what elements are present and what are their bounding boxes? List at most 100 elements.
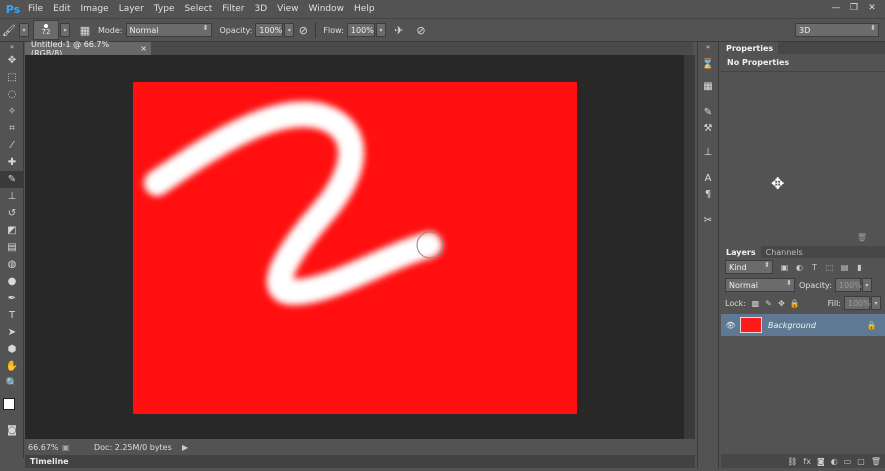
dodge-tool-icon[interactable]: ● <box>0 273 24 290</box>
opacity-input[interactable]: 100% <box>255 23 284 37</box>
blur-tool-icon[interactable]: ◍ <box>0 256 24 273</box>
workspace-select[interactable]: 3D <box>795 23 879 37</box>
filter-pixel-icon[interactable]: ▣ <box>779 262 790 273</box>
timeline-panel-tab[interactable]: Timeline <box>25 455 695 468</box>
flow-input[interactable]: 100% <box>346 23 375 37</box>
adjustment-layer-icon[interactable]: ◐ <box>831 457 838 466</box>
quick-mask-icon[interactable]: ◙ <box>0 422 24 439</box>
menu-edit[interactable]: Edit <box>48 4 75 14</box>
eraser-tool-icon[interactable]: ◩ <box>0 222 24 239</box>
layer-row-background[interactable]: 👁 Background 🔒 <box>721 314 885 336</box>
menu-3d[interactable]: 3D <box>250 4 273 14</box>
document-tab[interactable]: Untitled-1 @ 66.7% (RGB/8) × <box>25 40 151 58</box>
brush-panel-icon[interactable]: ▦ <box>76 21 94 39</box>
menu-type[interactable]: Type <box>149 4 180 14</box>
filter-type-icon[interactable]: T <box>809 262 820 273</box>
new-layer-icon[interactable]: ▢ <box>857 457 865 466</box>
link-layers-icon[interactable]: ⛓ <box>787 457 797 466</box>
type-tool-icon[interactable]: T <box>0 307 24 324</box>
clone-source-icon[interactable]: ⊥ <box>698 144 718 160</box>
opacity-slider-toggle[interactable]: ▾ <box>284 23 295 37</box>
character-panel-icon[interactable]: A <box>698 170 718 186</box>
filter-smart-object-icon[interactable]: ▤ <box>839 262 850 273</box>
menu-view[interactable]: View <box>272 4 303 14</box>
layer-opacity-arrow[interactable]: ▾ <box>861 278 872 292</box>
document-tab-close-icon[interactable]: × <box>140 44 147 53</box>
lock-transparent-icon[interactable]: ▩ <box>750 298 761 309</box>
shape-tool-icon[interactable]: ⬢ <box>0 341 24 358</box>
clone-stamp-tool-icon[interactable]: ⊥ <box>0 188 24 205</box>
brush-tool-icon[interactable]: 🖌 <box>0 21 18 39</box>
brush-panel-icon[interactable]: ✎ <box>698 104 718 120</box>
layer-opacity-input[interactable]: 100% <box>834 278 862 292</box>
menu-image[interactable]: Image <box>76 4 114 14</box>
filter-adjustment-icon[interactable]: ◐ <box>794 262 805 273</box>
move-tool-icon[interactable]: ✥ <box>0 52 24 69</box>
pen-tool-icon[interactable]: ✒ <box>0 290 24 307</box>
lock-image-icon[interactable]: ✎ <box>763 298 774 309</box>
new-group-icon[interactable]: ▭ <box>844 457 852 466</box>
lock-position-icon[interactable]: ✥ <box>776 298 787 309</box>
eyedropper-tool-icon[interactable]: ⁄ <box>0 137 24 154</box>
tab-channels[interactable]: Channels <box>761 246 808 258</box>
menu-window[interactable]: Window <box>304 4 350 14</box>
layer-filter-kind[interactable]: Kind <box>725 260 773 274</box>
mode-label: Mode: <box>98 25 123 35</box>
marquee-tool-icon[interactable]: ⬚ <box>0 69 24 86</box>
lasso-tool-icon[interactable]: ◌ <box>0 86 24 103</box>
gradient-tool-icon[interactable]: ▤ <box>0 239 24 256</box>
menu-select[interactable]: Select <box>179 4 217 14</box>
layer-style-icon[interactable]: fx <box>803 457 811 466</box>
pressure-opacity-icon[interactable]: ⊘ <box>294 21 312 39</box>
mode-select[interactable]: Normal <box>125 23 212 37</box>
properties-delete-icon[interactable]: 🗑 <box>857 233 867 242</box>
flow-slider-toggle[interactable]: ▾ <box>375 23 386 37</box>
toolbar-collapse-icon[interactable]: » <box>0 42 24 52</box>
layer-mask-icon[interactable]: ◙ <box>817 457 825 466</box>
brush-preset-picker[interactable]: 72 <box>33 20 59 40</box>
blend-mode-select[interactable]: Normal <box>725 278 795 292</box>
crop-tool-icon[interactable]: ⌗ <box>0 120 24 137</box>
brush-preset-dropdown[interactable]: ▾ <box>60 23 70 37</box>
airbrush-icon[interactable]: ✈ <box>390 21 408 39</box>
pressure-size-icon[interactable]: ⊘ <box>412 21 430 39</box>
zoom-tool-icon[interactable]: 🔍 <box>0 375 24 392</box>
tool-preset-dropdown[interactable]: ▾ <box>19 23 29 37</box>
fill-arrow[interactable]: ▾ <box>871 296 881 310</box>
foreground-color-swatch[interactable] <box>3 398 15 410</box>
tab-properties[interactable]: Properties <box>721 42 779 54</box>
swatches-panel-icon[interactable]: ▦ <box>698 78 718 94</box>
fill-input[interactable]: 100% <box>844 296 871 310</box>
magic-wand-tool-icon[interactable]: ✧ <box>0 103 24 120</box>
hand-tool-icon[interactable]: ✋ <box>0 358 24 375</box>
restore-button[interactable]: ❐ <box>847 2 861 14</box>
brush-tool-icon[interactable]: ✎ <box>0 171 24 188</box>
menu-file[interactable]: File <box>23 4 48 14</box>
filter-toggle-icon[interactable]: ▮ <box>854 262 865 273</box>
delete-layer-icon[interactable]: 🗑 <box>871 457 881 466</box>
zoom-level[interactable]: 66.67% <box>28 443 60 452</box>
layer-name[interactable]: Background <box>768 321 866 330</box>
layer-visibility-eye-icon[interactable]: 👁 <box>725 320 736 331</box>
tab-layers[interactable]: Layers <box>721 246 761 258</box>
history-panel-icon[interactable]: ⌛ <box>698 56 718 72</box>
menu-layer[interactable]: Layer <box>114 4 149 14</box>
status-export-icon[interactable]: ▣ <box>62 443 72 452</box>
path-selection-tool-icon[interactable]: ➤ <box>0 324 24 341</box>
tool-presets-icon[interactable]: ✂ <box>698 212 718 228</box>
dock-collapse-icon[interactable]: « <box>698 42 718 52</box>
lock-all-icon[interactable]: 🔒 <box>789 298 800 309</box>
history-brush-tool-icon[interactable]: ↺ <box>0 205 24 222</box>
minimize-button[interactable]: — <box>829 2 843 14</box>
menu-help[interactable]: Help <box>349 4 380 14</box>
brush-presets-icon[interactable]: ⚒ <box>698 120 718 136</box>
healing-brush-tool-icon[interactable]: ✚ <box>0 154 24 171</box>
canvas-workspace[interactable] <box>25 55 695 439</box>
document-canvas[interactable] <box>133 82 577 414</box>
filter-shape-icon[interactable]: ⬚ <box>824 262 835 273</box>
close-button[interactable]: ✕ <box>865 2 879 14</box>
paragraph-panel-icon[interactable]: ¶ <box>698 186 718 202</box>
vertical-scrollbar[interactable] <box>684 55 695 439</box>
menu-filter[interactable]: Filter <box>217 4 249 14</box>
status-menu-arrow-icon[interactable]: ▶ <box>182 443 188 452</box>
